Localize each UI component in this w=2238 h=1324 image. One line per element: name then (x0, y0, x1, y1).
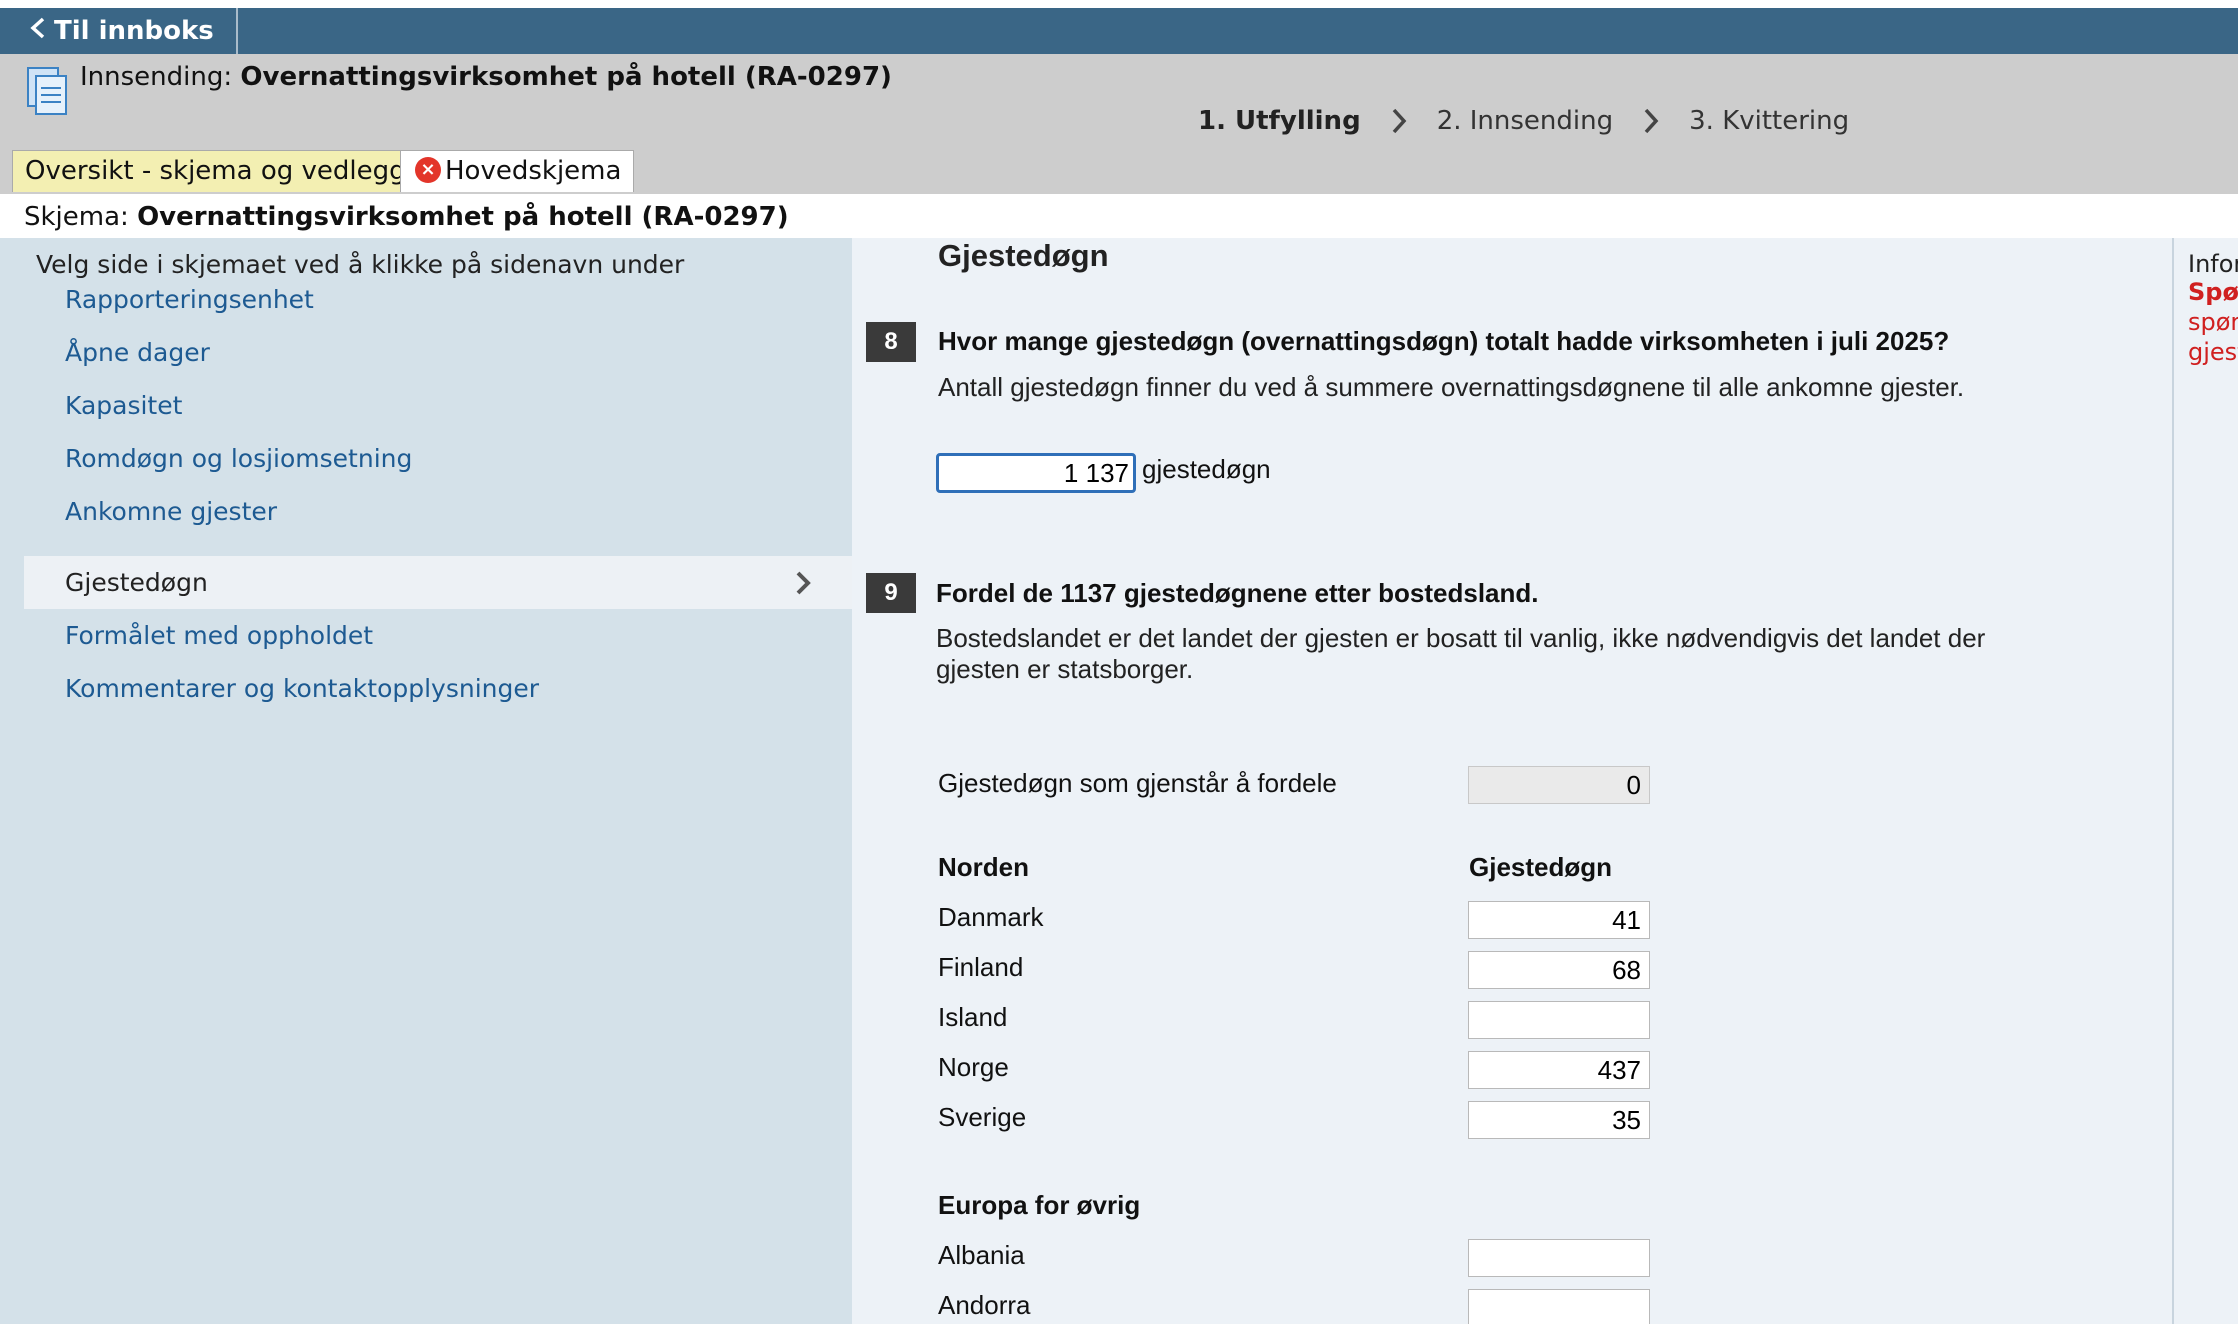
step-receipt: 3. Kvittering (1689, 106, 1850, 136)
sidebar: Velg side i skjemaet ved å klikke på sid… (0, 238, 852, 1324)
info-text: spør (2188, 308, 2238, 336)
country-input-albania[interactable] (1468, 1239, 1650, 1277)
error-icon: × (415, 156, 441, 183)
back-to-inbox-button[interactable]: Til innboks (0, 8, 238, 54)
country-label: Norge (938, 1052, 1009, 1082)
chevron-right-icon (1643, 107, 1659, 135)
country-input-sverige[interactable] (1468, 1101, 1650, 1139)
tab-main-form[interactable]: × Hovedskjema (400, 150, 635, 192)
info-panel: Infor Spø spør gjest (2172, 238, 2238, 1324)
sidebar-item-romdogn[interactable]: Romdøgn og losjiomsetning (24, 432, 852, 485)
document-icon (26, 66, 70, 118)
remaining-label: Gjestedøgn som gjenstår å fordele (938, 768, 1337, 798)
country-label: Andorra (938, 1290, 1031, 1320)
form-main: Gjestedøgn 8 Hvor mange gjestedøgn (over… (852, 238, 2172, 1324)
info-text: gjest (2188, 338, 2238, 366)
question-text: Hvor mange gjestedøgn (overnattingsdøgn)… (938, 326, 1950, 356)
remaining-value (1468, 766, 1650, 804)
form-header: Innsending: Overnattingsvirksomhet på ho… (0, 54, 2238, 194)
schema-title: Skjema: Overnattingsvirksomhet på hotell… (24, 202, 789, 232)
info-heading: Spø (2188, 278, 2238, 306)
unit-label: gjestedøgn (1142, 454, 1271, 484)
chevron-left-icon (30, 8, 46, 54)
submission-title: Innsending: Overnattingsvirksomhet på ho… (80, 62, 892, 92)
sidebar-item-rapporteringsenhet[interactable]: Rapporteringsenhet (24, 273, 852, 326)
country-label: Danmark (938, 902, 1044, 932)
group-heading: Norden (938, 852, 1029, 882)
info-title: Infor (2188, 250, 2238, 278)
chevron-right-icon (794, 556, 812, 609)
question-help: Bostedslandet er det landet der gjesten … (936, 623, 1986, 684)
step-submit: 2. Innsending (1436, 106, 1614, 136)
country-input-island[interactable] (1468, 1001, 1650, 1039)
top-bar: Til innboks (0, 8, 2238, 54)
country-input-andorra[interactable] (1468, 1289, 1650, 1324)
sidebar-item-kommentarer[interactable]: Kommentarer og kontaktopplysninger (24, 662, 852, 715)
question-number: 8 (866, 322, 916, 362)
country-label: Sverige (938, 1102, 1027, 1132)
step-indicator: 1. Utfylling 2. Innsending 3. Kvittering (1198, 106, 1849, 136)
back-label: Til innboks (54, 16, 214, 46)
country-input-finland[interactable] (1468, 951, 1650, 989)
sidebar-item-ankomne-gjester[interactable]: Ankomne gjester (24, 485, 852, 538)
country-input-norge[interactable] (1468, 1051, 1650, 1089)
country-label: Island (938, 1002, 1008, 1032)
step-fill: 1. Utfylling (1198, 106, 1361, 136)
country-label: Finland (938, 952, 1024, 982)
sidebar-item-formalet[interactable]: Formålet med oppholdet (24, 609, 852, 662)
column-header: Gjestedøgn (1469, 852, 1613, 882)
sidebar-item-apne-dager[interactable]: Åpne dager (24, 326, 852, 379)
group-heading: Europa for øvrig (938, 1190, 1141, 1220)
tab-overview[interactable]: Oversikt - skjema og vedlegg (12, 150, 419, 192)
country-label: Albania (938, 1240, 1025, 1270)
question-text: Fordel de 1137 gjestedøgnene etter boste… (936, 578, 1539, 608)
question-number: 9 (866, 573, 916, 613)
question-help: Antall gjestedøgn finner du ved å summer… (938, 372, 1965, 402)
sidebar-item-gjestedogn[interactable]: Gjestedøgn (24, 556, 852, 609)
chevron-right-icon (1391, 107, 1407, 135)
total-guest-nights-input[interactable] (936, 453, 1136, 493)
country-input-danmark[interactable] (1468, 901, 1650, 939)
section-title: Gjestedøgn (938, 238, 1109, 273)
sidebar-item-kapasitet[interactable]: Kapasitet (24, 379, 852, 432)
